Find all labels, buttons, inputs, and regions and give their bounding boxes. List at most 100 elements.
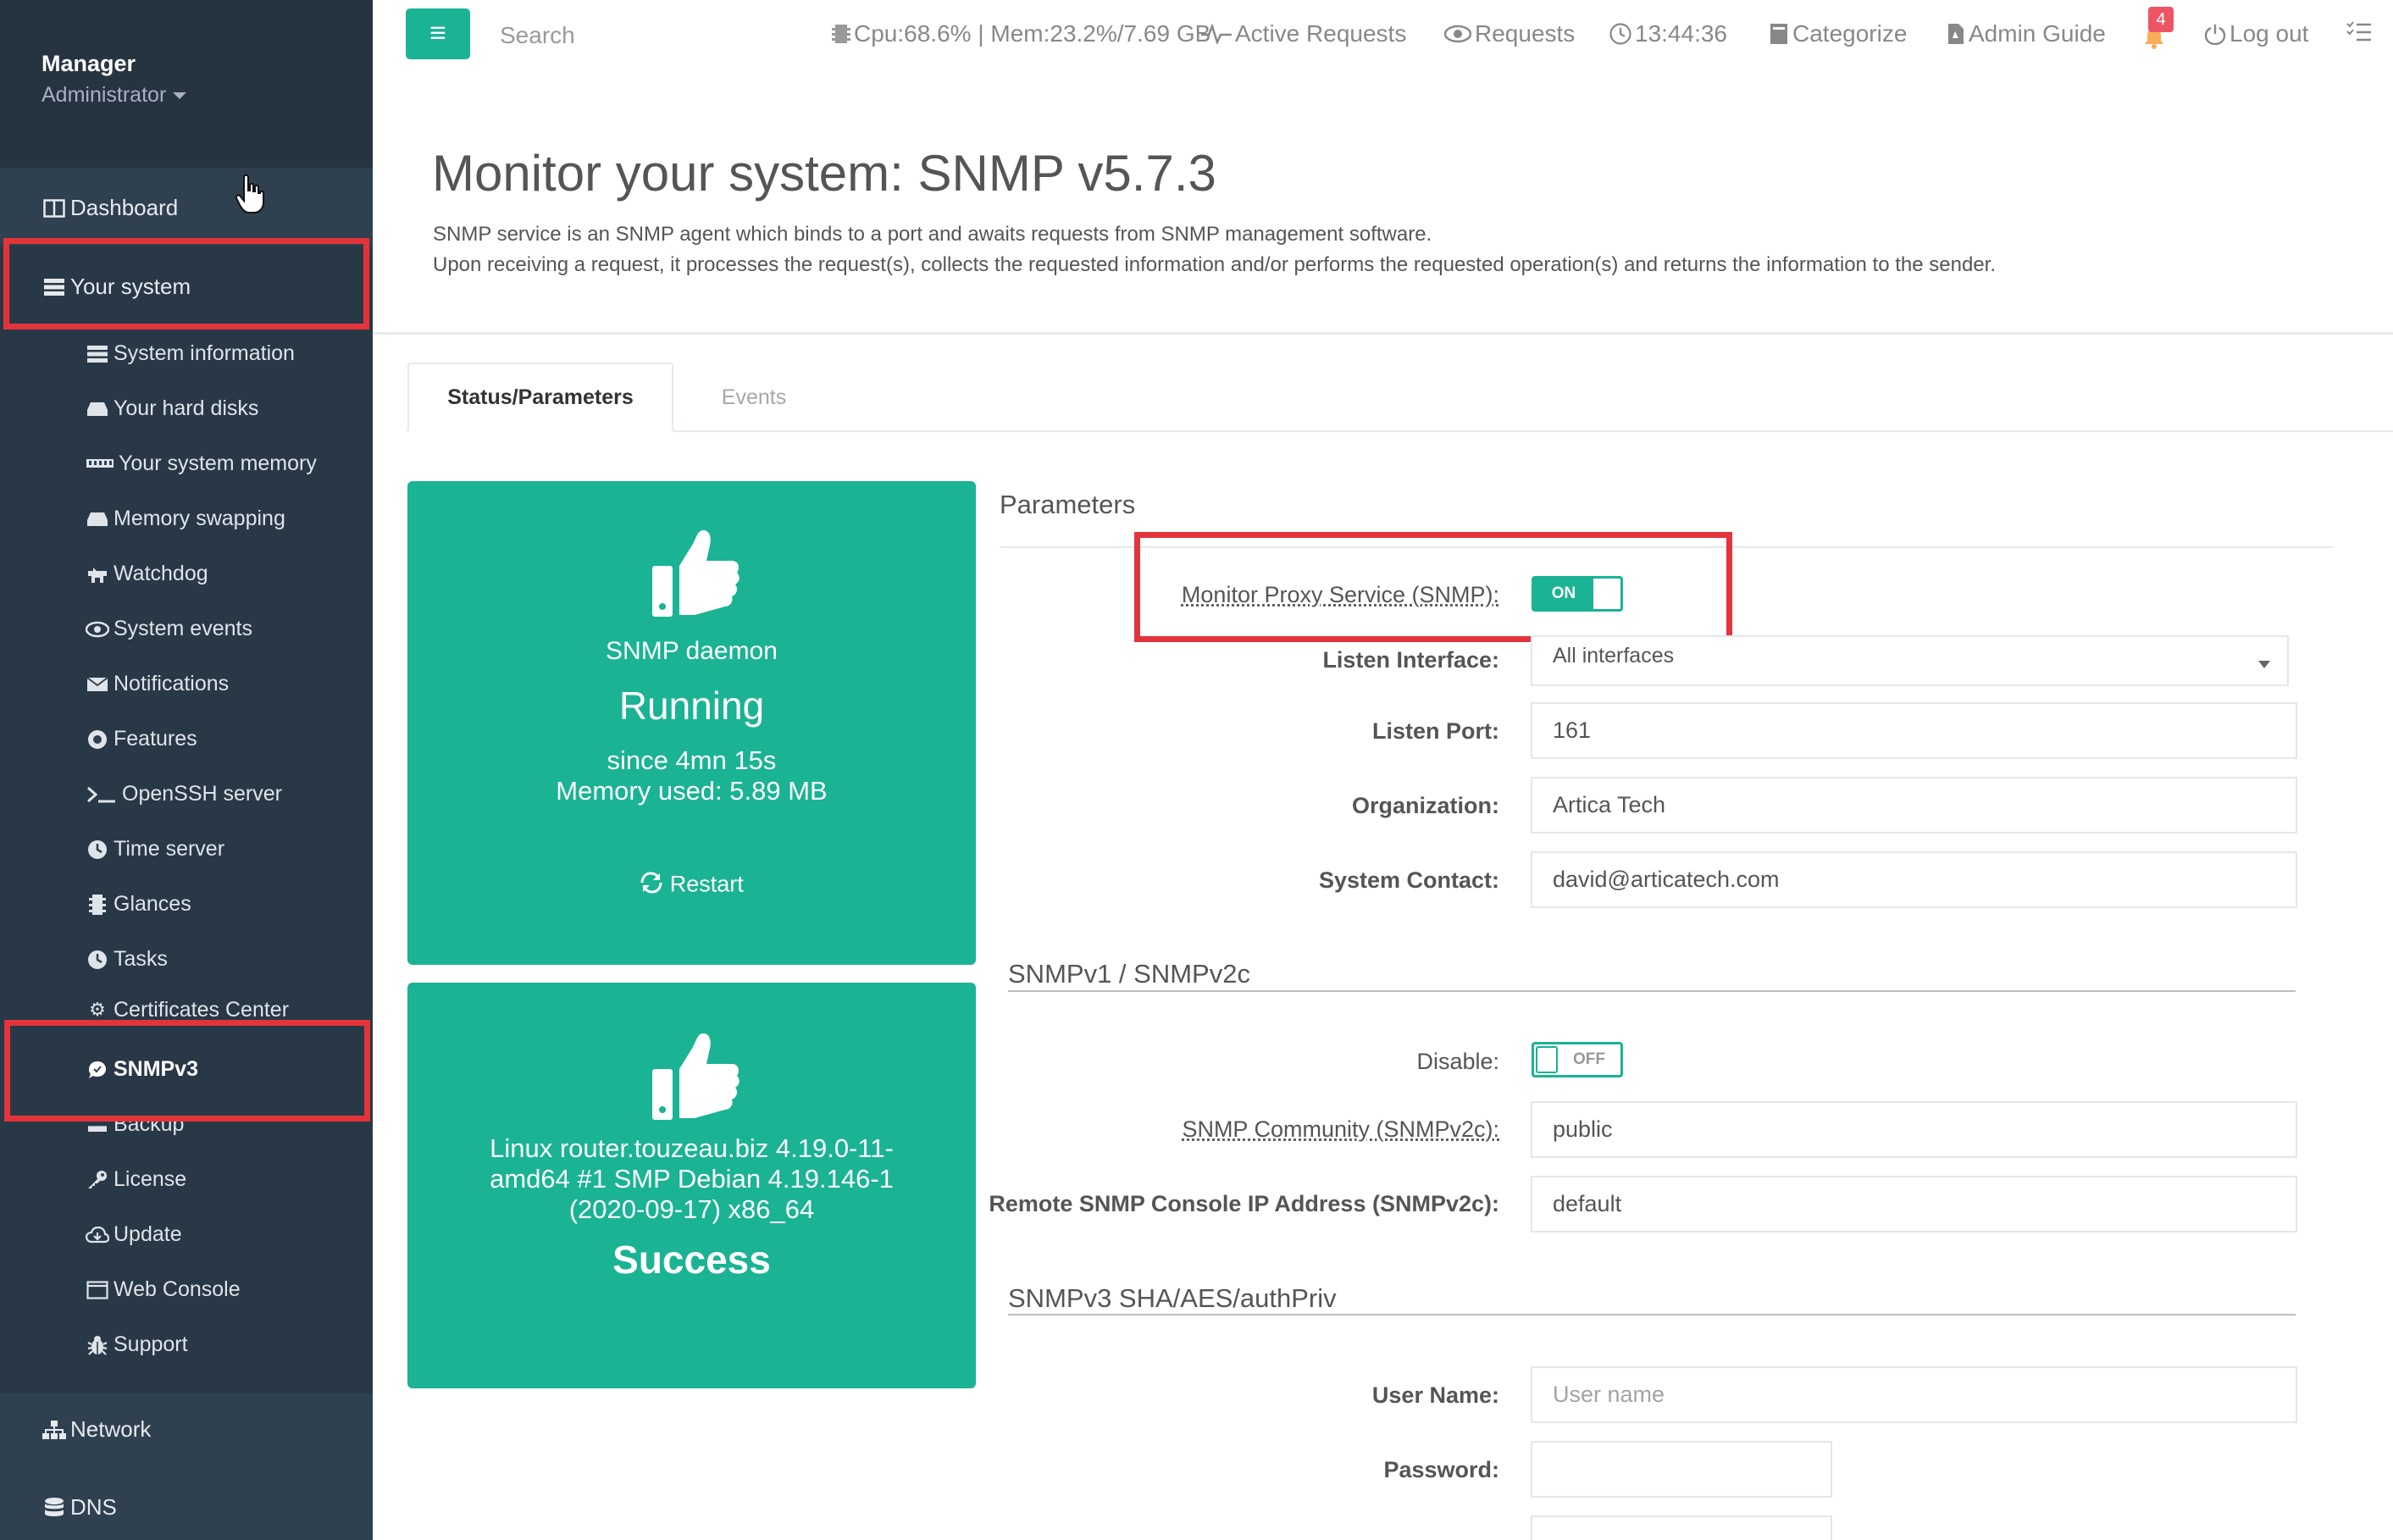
eye-icon <box>85 618 110 640</box>
snmpv3-section-divider <box>1008 1314 2296 1316</box>
profile-role-dropdown[interactable]: Administrator <box>42 83 187 108</box>
active-requests-link[interactable]: Active Requests <box>1201 20 1406 47</box>
sidebar-item-tasks[interactable]: Tasks <box>85 947 168 972</box>
highlight-snmpv3 <box>4 1020 370 1122</box>
toggle-knob <box>1536 1046 1558 1073</box>
listen-interface-label: Listen Interface: <box>1322 647 1499 673</box>
sidebar-item-hard-disks[interactable]: Your hard disks <box>85 396 258 421</box>
profile-area: Manager Administrator <box>0 0 373 168</box>
header-divider <box>373 332 2393 335</box>
server-icon <box>85 343 110 365</box>
remote-console-input[interactable]: default <box>1531 1176 2297 1233</box>
sidebar-item-openssh-server[interactable]: OpenSSH server <box>85 782 282 806</box>
daemon-title: SNMP daemon <box>606 637 778 665</box>
chip-icon <box>832 23 850 45</box>
bug-icon <box>85 1334 110 1356</box>
sidebar-item-memory-swapping[interactable]: Memory swapping <box>85 507 285 531</box>
caret-down-icon <box>173 92 187 100</box>
listen-interface-select[interactable]: All interfaces <box>1531 635 2289 686</box>
tasks-list-button[interactable] <box>2346 20 2375 42</box>
highlight-your-system <box>3 238 369 330</box>
categorize-link[interactable]: Categorize <box>1769 20 1907 47</box>
toggle-off-text: OFF <box>1573 1050 1605 1068</box>
clock-display: 13:44:36 <box>1609 20 1727 47</box>
disable-label: Disable: <box>1416 1049 1499 1074</box>
nav-dashboard-label: Dashboard <box>70 195 179 220</box>
sidebar-item-notifications[interactable]: Notifications <box>85 672 229 696</box>
sidebar-item-certificates-center[interactable]: ⚙ Certificates Center <box>85 1000 289 1020</box>
organization-input[interactable]: Artica Tech <box>1531 777 2297 834</box>
sidebar-item-support[interactable]: Support <box>85 1332 188 1357</box>
snmpv3-section-title: SNMPv3 SHA/AES/authPriv <box>1008 1283 1337 1313</box>
snmp-community-label: SNMP Community (SNMPv2c): <box>1182 1116 1499 1142</box>
restart-button[interactable]: Restart <box>407 871 976 900</box>
page-description-line1: SNMP service is an SNMP agent which bind… <box>433 223 1432 246</box>
tab-status-parameters[interactable]: Status/Parameters <box>407 363 673 432</box>
snmp-daemon-status-widget: SNMP daemon Running since 4mn 15s Memory… <box>407 481 976 965</box>
nav-network[interactable]: Network <box>42 1416 151 1443</box>
admin-guide-link[interactable]: Admin Guide <box>1947 20 2106 47</box>
sidebar-item-glances[interactable]: Glances <box>85 892 191 917</box>
book-icon <box>1769 23 1789 45</box>
cpu-mem-status: Cpu:68.6% | Mem:23.2%/7.69 GB <box>832 20 1210 47</box>
parameters-title: Parameters <box>1000 490 1136 519</box>
search-input[interactable] <box>500 22 669 49</box>
clock-icon <box>1609 23 1631 45</box>
sidebar-item-update[interactable]: Update <box>85 1222 182 1247</box>
system-result: Success <box>612 1238 771 1282</box>
nav-dns[interactable]: DNS <box>42 1494 117 1521</box>
sidebar-item-features[interactable]: Features <box>85 727 197 751</box>
menu-toggle-button[interactable]: ≡ <box>406 8 470 59</box>
daemon-memory: Memory used: 5.89 MB <box>556 776 828 806</box>
page-title: Monitor your system: SNMP v5.7.3 <box>432 145 1216 202</box>
sidebar-item-license[interactable]: License <box>85 1167 186 1192</box>
tab-events[interactable]: Events <box>695 363 813 432</box>
nav-network-label: Network <box>70 1416 152 1442</box>
refresh-icon <box>640 871 663 900</box>
window-icon <box>85 1279 110 1301</box>
highlight-monitor-proxy <box>1134 532 1732 642</box>
listen-port-label: Listen Port: <box>1371 718 1499 744</box>
requests-link[interactable]: Requests <box>1444 20 1575 47</box>
next-field-input[interactable] <box>1531 1515 1832 1540</box>
thumbs-up-icon <box>652 530 740 617</box>
sidebar: Manager Administrator <box>0 0 373 1540</box>
kernel-line1: Linux router.touzeau.biz 4.19.0-11- <box>490 1133 894 1163</box>
eye-icon <box>1444 25 1471 43</box>
pdf-file-icon <box>1947 23 1965 45</box>
sidebar-item-system-information[interactable]: System information <box>85 341 295 366</box>
password-label: Password: <box>1383 1457 1499 1482</box>
nav-dashboard[interactable]: Dashboard <box>42 195 178 221</box>
features-icon <box>85 728 110 751</box>
profile-role: Administrator <box>42 83 167 107</box>
system-contact-input[interactable]: david@articatech.com <box>1531 851 2297 908</box>
sidebar-item-web-console[interactable]: Web Console <box>85 1277 241 1302</box>
nav-dns-label: DNS <box>70 1494 117 1520</box>
key-icon <box>85 1169 110 1191</box>
disable-toggle[interactable]: OFF <box>1532 1042 1623 1077</box>
password-input[interactable] <box>1531 1441 1832 1498</box>
pulse-icon <box>1201 24 1232 44</box>
clock-icon <box>85 949 110 971</box>
username-label: User Name: <box>1371 1382 1499 1408</box>
snmp-community-input[interactable]: public <box>1531 1101 2297 1158</box>
checklist-icon <box>2346 20 2372 42</box>
gear-icon: ⚙ <box>89 1000 106 1020</box>
sidebar-item-watchdog[interactable]: Watchdog <box>85 562 208 586</box>
sidebar-item-time-server[interactable]: Time server <box>85 837 224 861</box>
username-input[interactable]: User name <box>1531 1366 2297 1423</box>
system-info-widget: Linux router.touzeau.biz 4.19.0-11- amd6… <box>407 983 976 1388</box>
hdd-icon <box>85 508 110 530</box>
terminal-icon <box>85 784 119 806</box>
kernel-line2: amd64 #1 SMP Debian 4.19.146-1 <box>490 1164 894 1194</box>
glances-icon <box>85 894 110 916</box>
snmpv2-section-title: SNMPv1 / SNMPv2c <box>1008 959 1250 989</box>
sidebar-item-system-events[interactable]: System events <box>85 617 252 641</box>
system-contact-label: System Contact: <box>1318 867 1499 893</box>
logout-button[interactable]: Log out <box>2204 20 2308 47</box>
daemon-uptime: since 4mn 15s <box>607 745 777 775</box>
sidebar-item-system-memory[interactable]: Your system memory <box>85 451 317 476</box>
notifications-badge: 4 <box>2148 7 2174 32</box>
listen-port-input[interactable]: 161 <box>1531 702 2297 759</box>
thumbs-up-icon <box>652 1033 740 1120</box>
